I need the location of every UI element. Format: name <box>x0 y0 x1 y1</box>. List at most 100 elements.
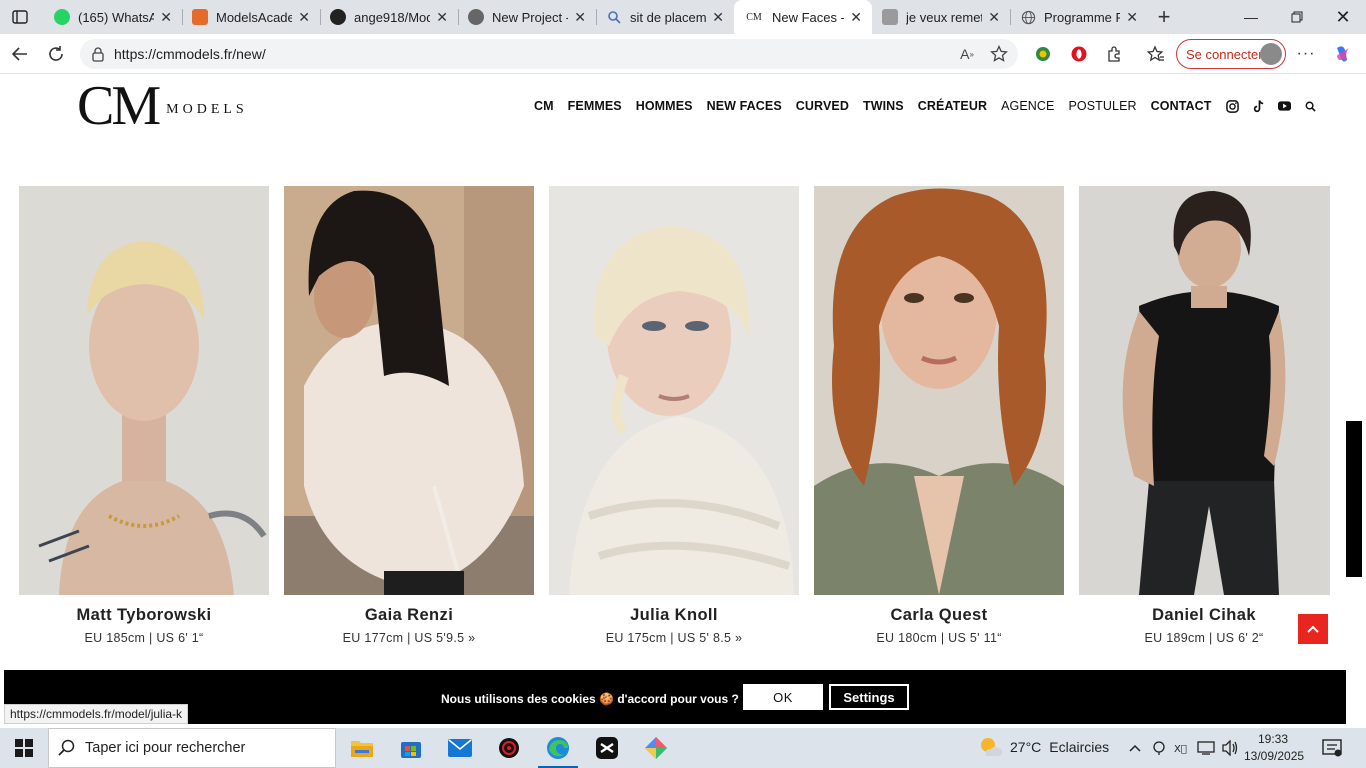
nav-item-agence[interactable]: AGENCE <box>1001 99 1054 113</box>
search-placeholder: Taper ici pour rechercher <box>85 740 246 756</box>
lock-icon[interactable] <box>90 46 106 62</box>
cookie-ok-button[interactable]: OK <box>743 684 823 710</box>
close-icon[interactable]: ✕ <box>160 9 172 26</box>
volume-icon[interactable] <box>1221 739 1239 757</box>
nav-item-cm[interactable]: CM <box>534 99 554 113</box>
back-button[interactable] <box>8 42 32 66</box>
extension-globe-icon[interactable] <box>1031 42 1055 66</box>
weather-widget[interactable]: 27°C Eclaircies <box>978 736 1109 758</box>
image-icon <box>882 9 898 25</box>
favorite-star-icon[interactable] <box>989 44 1009 64</box>
model-name[interactable]: Julia Knoll <box>549 606 799 625</box>
clock-time: 19:33 <box>1257 732 1289 746</box>
tab-github[interactable]: ange918/Mode ✕ <box>320 0 458 34</box>
project-icon <box>468 9 484 25</box>
address-bar[interactable]: https://cmmodels.fr/new/ A» <box>80 39 1018 69</box>
instagram-icon[interactable] <box>1226 99 1240 113</box>
model-measurements: EU 180cm | US 5' 11“ <box>876 631 1002 645</box>
nav-item-createur[interactable]: CRÉATEUR <box>918 99 987 113</box>
file-explorer-icon[interactable] <box>338 728 386 768</box>
tab-title: je veux remett <box>906 9 983 25</box>
mail-icon[interactable] <box>436 728 484 768</box>
nav-item-new-faces[interactable]: NEW FACES <box>707 99 782 113</box>
model-card[interactable]: Matt Tyborowski EU 185cm | US 6' 1“ <box>19 186 269 645</box>
opera-extension-icon[interactable] <box>1067 42 1091 66</box>
youtube-icon[interactable] <box>1278 99 1292 113</box>
nav-item-femmes[interactable]: FEMMES <box>568 99 622 113</box>
search-icon[interactable] <box>1304 99 1318 113</box>
model-name[interactable]: Gaia Renzi <box>284 606 534 625</box>
model-photo[interactable] <box>19 186 269 595</box>
nav-item-postuler[interactable]: POSTULER <box>1068 99 1136 113</box>
model-name[interactable]: Carla Quest <box>814 606 1064 625</box>
capcut-icon[interactable] <box>583 728 631 768</box>
nav-item-twins[interactable]: TWINS <box>863 99 904 113</box>
tiktok-icon[interactable] <box>1252 99 1266 113</box>
tab-whatsapp[interactable]: (165) WhatsApp ✕ <box>44 0 182 34</box>
search-icon <box>606 9 622 25</box>
logo-models: MODELS <box>166 102 248 117</box>
cookie-settings-button[interactable]: Settings <box>829 684 909 710</box>
restore-button[interactable] <box>1274 0 1320 34</box>
tab-actions-icon[interactable] <box>8 6 32 28</box>
scroll-to-top-button[interactable] <box>1298 614 1328 644</box>
gemini-icon[interactable] <box>632 728 680 768</box>
close-icon[interactable]: ✕ <box>1126 9 1138 26</box>
edge-browser-icon[interactable] <box>534 728 582 768</box>
model-card[interactable]: Julia Knoll EU 175cm | US 5' 8.5 » <box>549 186 799 645</box>
signin-button[interactable]: Se connecter <box>1176 39 1286 69</box>
close-icon[interactable]: ✕ <box>298 9 310 26</box>
tab-modelsacademy[interactable]: ModelsAcademy ✕ <box>182 0 320 34</box>
tab-programme[interactable]: Programme FU ✕ <box>1010 0 1148 34</box>
model-measurements: EU 175cm | US 5' 8.5 » <box>605 631 743 645</box>
chevron-up-icon[interactable] <box>1126 739 1144 757</box>
minimize-button[interactable]: — <box>1228 0 1274 34</box>
tab-title: Programme FU <box>1044 9 1121 25</box>
system-clock[interactable]: 19:33 13/09/2025 <box>1244 731 1305 765</box>
model-photo[interactable] <box>284 186 534 595</box>
model-card[interactable]: Daniel Cihak EU 189cm | US 6' 2“ <box>1079 186 1330 645</box>
extensions-puzzle-icon[interactable] <box>1103 42 1127 66</box>
new-tab-button[interactable]: + <box>1152 4 1176 29</box>
start-button[interactable] <box>0 728 48 768</box>
site-logo[interactable]: CM MODELS <box>77 78 248 134</box>
tab-title: (165) WhatsApp <box>78 9 155 25</box>
security-app-icon[interactable] <box>485 728 533 768</box>
more-options-icon[interactable]: ··· <box>1294 42 1318 66</box>
clock-date: 13/09/2025 <box>1244 749 1305 763</box>
tab-image[interactable]: je veux remett ✕ <box>872 0 1010 34</box>
nav-item-hommes[interactable]: HOMMES <box>636 99 693 113</box>
close-window-button[interactable]: ✕ <box>1320 0 1366 34</box>
model-name[interactable]: Daniel Cihak <box>1079 606 1329 625</box>
microsoft-store-icon[interactable] <box>387 728 435 768</box>
link-status-url: https://cmmodels.fr/model/julia-k <box>4 704 189 724</box>
nav-item-contact[interactable]: CONTACT <box>1151 99 1212 113</box>
copilot-icon[interactable] <box>1331 42 1355 66</box>
close-icon[interactable]: ✕ <box>712 9 724 26</box>
nav-item-curved[interactable]: CURVED <box>796 99 849 113</box>
taskbar-search-input[interactable]: Taper ici pour rechercher <box>48 728 336 768</box>
close-icon[interactable]: ✕ <box>574 9 586 26</box>
model-name[interactable]: Matt Tyborowski <box>19 606 269 625</box>
close-icon[interactable]: ✕ <box>850 9 862 26</box>
url-text[interactable]: https://cmmodels.fr/new/ <box>114 46 266 62</box>
tab-new-project[interactable]: New Project - ✕ <box>458 0 596 34</box>
refresh-button[interactable] <box>44 42 68 66</box>
tab-new-faces[interactable]: CM New Faces - C ✕ <box>734 0 872 34</box>
meet-now-icon[interactable] <box>1150 739 1168 757</box>
main-nav: CM FEMMES HOMMES NEW FACES CURVED TWINS … <box>534 96 1330 116</box>
read-aloud-icon[interactable]: A» <box>957 44 977 64</box>
model-photo[interactable] <box>549 186 799 595</box>
close-icon[interactable]: ✕ <box>988 9 1000 26</box>
ime-icon[interactable]: X⃞ <box>1173 739 1191 757</box>
model-photo[interactable] <box>1079 186 1330 595</box>
page-scrollbar-thumb[interactable] <box>1346 421 1362 577</box>
model-card[interactable]: Gaia Renzi EU 177cm | US 5'9.5 » <box>284 186 534 645</box>
model-photo[interactable] <box>814 186 1064 595</box>
favorites-icon[interactable] <box>1144 42 1168 66</box>
tab-search[interactable]: sit de placeme ✕ <box>596 0 734 34</box>
network-icon[interactable] <box>1197 739 1215 757</box>
notifications-icon[interactable] <box>1322 738 1342 758</box>
model-card[interactable]: Carla Quest EU 180cm | US 5' 11“ <box>814 186 1064 645</box>
close-icon[interactable]: ✕ <box>436 9 448 26</box>
